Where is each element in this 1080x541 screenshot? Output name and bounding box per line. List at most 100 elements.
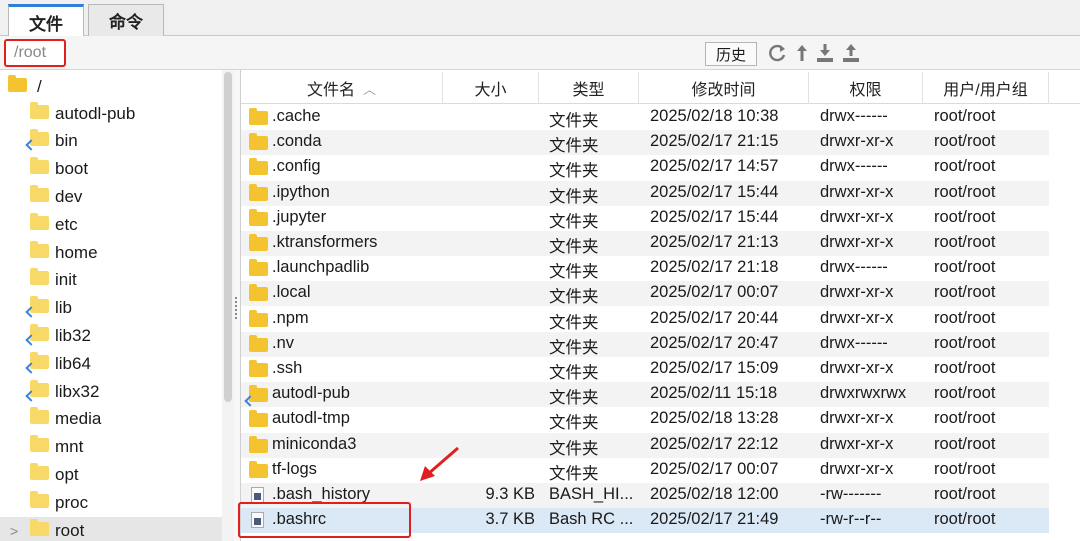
tree-scroll-thumb[interactable] [224, 72, 232, 402]
file-perm: drwxr-xr-x [820, 409, 894, 428]
tree-item-libx32[interactable]: libx32 [0, 378, 222, 405]
column-header-size[interactable]: 大小 [443, 72, 539, 104]
column-header-name[interactable]: 文件名 ︿ [241, 72, 443, 104]
tree-item-lib32[interactable]: lib32 [0, 322, 222, 349]
file-owner: root/root [934, 459, 996, 478]
file-perm: drwx------ [820, 258, 888, 277]
path-input[interactable]: /root [4, 39, 66, 67]
folder-icon [30, 268, 49, 290]
tab-files[interactable]: 文件 [8, 4, 84, 37]
column-header-mtime[interactable]: 修改时间 [639, 72, 809, 104]
file-type: 文件夹 [549, 338, 599, 357]
splitter-grip[interactable] [235, 297, 239, 319]
folder-icon [25, 323, 49, 346]
file-row-miniconda3[interactable]: miniconda3 文件夹 2025/02/17 22:12 drwxr-xr-x r… [241, 432, 1049, 458]
file-row-dot-launchpadlib[interactable]: .launchpadlib 文件夹 2025/02/17 21:18 drwx----… [241, 256, 1049, 281]
tree-item-opt[interactable]: opt [0, 461, 222, 488]
tree-scrollbar[interactable] [222, 70, 234, 541]
folder-icon [249, 360, 268, 382]
file-owner: root/root [934, 333, 996, 352]
file-row-tf-logs[interactable]: tf-logs 文件夹 2025/02/17 00:07 drwxr-xr-x root… [241, 458, 1049, 483]
tree-item-proc[interactable]: proc [0, 489, 222, 516]
history-button[interactable]: 历史 [705, 42, 757, 66]
file-mtime: 2025/02/17 20:44 [650, 308, 779, 327]
file-list-header: 文件名 ︿ 大小 类型 修改时间 权限 用户/用户组 [241, 72, 1080, 104]
tree-item-dev[interactable]: dev [0, 183, 222, 210]
file-row-dot-config[interactable]: .config 文件夹 2025/02/17 14:57 drwx------ root… [241, 155, 1049, 180]
folder-icon [25, 351, 49, 374]
tab-commands[interactable]: 命令 [88, 4, 164, 36]
file-type: 文件夹 [549, 187, 599, 206]
file-row-autodl-tmp[interactable]: autodl-tmp 文件夹 2025/02/18 13:28 drwxr-xr-x r… [241, 407, 1049, 432]
file-row-dot-jupyter[interactable]: .jupyter 文件夹 2025/02/17 15:44 drwxr-xr-x roo… [241, 206, 1049, 231]
file-mtime: 2025/02/17 15:44 [650, 182, 779, 201]
column-header-owner[interactable]: 用户/用户组 [923, 72, 1049, 104]
file-perm: -rw------- [820, 485, 882, 503]
tree-item-autodl-pub[interactable]: autodl-pub [0, 100, 222, 127]
tree-item-bin[interactable]: bin [0, 128, 222, 155]
tree-item-media[interactable]: media [0, 406, 222, 433]
file-type: 文件夹 [549, 162, 599, 181]
column-header-type[interactable]: 类型 [539, 72, 639, 104]
file-row-dot-ktransformers[interactable]: .ktransformers 文件夹 2025/02/17 21:13 drwxr-x… [241, 231, 1049, 256]
file-type: 文件夹 [549, 112, 599, 130]
tree-item-label: home [55, 242, 98, 262]
up-icon[interactable] [792, 43, 812, 63]
file-row-dot-nv[interactable]: .nv 文件夹 2025/02/17 20:47 drwx------ root/roo… [241, 331, 1049, 357]
file-row-dot-npm[interactable]: .npm 文件夹 2025/02/17 20:44 drwxr-xr-x root/ro… [241, 307, 1049, 332]
file-owner: root/root [934, 308, 996, 327]
file-mtime: 2025/02/11 15:18 [650, 384, 778, 403]
tree-item-lib64[interactable]: lib64 [0, 350, 222, 377]
file-perm: drwx------ [820, 157, 888, 176]
download-icon[interactable] [815, 43, 835, 63]
file-row-dot-ipython[interactable]: .ipython 文件夹 2025/02/17 15:44 drwxr-xr-x roo… [241, 180, 1049, 206]
tree-item-label: lib [55, 298, 73, 318]
chevron-right-icon[interactable]: > [10, 523, 18, 539]
file-perm: drwxr-xr-x [820, 132, 894, 151]
file-row-dot-ssh[interactable]: .ssh 文件夹 2025/02/17 15:09 drwxr-xr-x root/ro… [241, 357, 1049, 382]
file-mtime: 2025/02/17 22:12 [650, 434, 779, 453]
file-row-dot-conda[interactable]: .conda 文件夹 2025/02/17 21:15 drwxr-xr-x root/… [241, 130, 1049, 156]
tree-item-init[interactable]: init [0, 267, 222, 294]
folder-icon [30, 184, 49, 207]
tree-item-label: root [55, 520, 85, 540]
file-row-dot-cache[interactable]: .cache 文件夹 2025/02/18 10:38 drwx------ root/… [241, 105, 1049, 130]
upload-icon[interactable] [841, 43, 861, 63]
file-mtime: 2025/02/18 12:00 [650, 485, 779, 503]
file-mtime: 2025/02/17 00:07 [650, 283, 779, 302]
file-type: 文件夹 [549, 464, 599, 483]
file-owner: root/root [934, 434, 996, 453]
file-perm: drwxr-xr-x [820, 359, 894, 377]
file-name: .npm [272, 308, 309, 327]
file-perm: drwxr-xr-x [820, 434, 894, 453]
tree-item-label: proc [55, 492, 89, 512]
file-perm: drwxr-xr-x [820, 308, 894, 327]
file-name: .local [272, 283, 311, 302]
tree-item-boot[interactable]: boot [0, 156, 222, 183]
tree-item-label: media [55, 409, 102, 429]
tree-item-mnt[interactable]: mnt [0, 434, 222, 461]
tree-item-home[interactable]: home [0, 239, 222, 266]
tree-item-root-dir[interactable]: / [0, 73, 222, 100]
folder-icon [30, 490, 49, 513]
tree-item-root[interactable]: > root [0, 517, 222, 541]
file-row-dot-local[interactable]: .local 文件夹 2025/02/17 00:07 drwxr-xr-x root/… [241, 281, 1049, 307]
tree-item-label: dev [55, 186, 83, 206]
tree-item-label: init [55, 270, 77, 290]
file-row-autodl-pub[interactable]: autodl-pub 文件夹 2025/02/11 15:18 drwxrwxrwx r… [241, 382, 1049, 408]
tree-item-lib[interactable]: lib [0, 295, 222, 322]
file-name: autodl-tmp [272, 409, 350, 428]
column-header-perm[interactable]: 权限 [809, 72, 923, 104]
file-perm: drwxr-xr-x [820, 207, 894, 226]
folder-icon [249, 410, 268, 432]
tree-item-label: boot [55, 159, 89, 179]
file-name: .ktransformers [272, 233, 378, 251]
refresh-icon[interactable] [768, 43, 788, 63]
folder-icon [249, 435, 268, 458]
file-owner: root/root [934, 107, 996, 125]
file-owner: root/root [934, 157, 996, 176]
highlight-box [238, 502, 411, 538]
file-owner: root/root [934, 510, 996, 529]
tree-item-etc[interactable]: etc [0, 211, 222, 238]
file-perm: drwx------ [820, 107, 888, 125]
